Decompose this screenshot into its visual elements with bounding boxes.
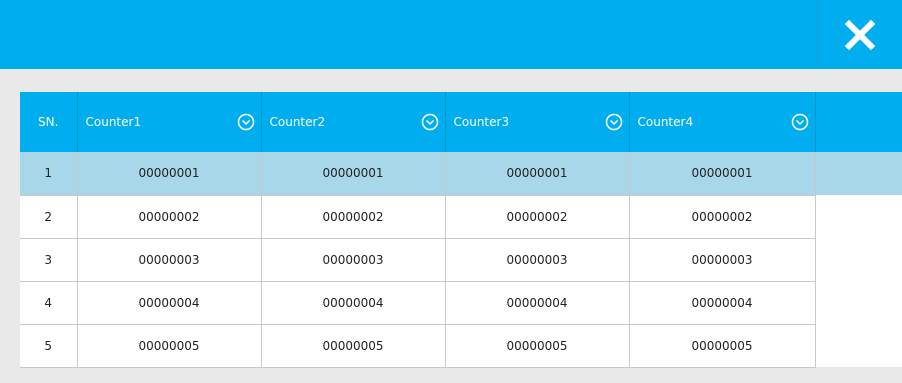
table-cell[interactable]: 00000001 bbox=[445, 152, 630, 196]
chevron-down-circle-icon[interactable] bbox=[237, 113, 255, 131]
table-cell[interactable]: 00000004 bbox=[261, 281, 446, 325]
table-cell[interactable]: 00000003 bbox=[77, 238, 262, 282]
table-cell[interactable]: 00000002 bbox=[261, 195, 446, 239]
row-sn-cell: 4 bbox=[20, 281, 78, 325]
table-row[interactable]: 1 00000001 00000001 00000001 00000001 bbox=[20, 152, 902, 196]
close-button[interactable] bbox=[817, 0, 902, 69]
row-sn-cell: 3 bbox=[20, 238, 78, 282]
column-header-sn[interactable]: SN. bbox=[20, 92, 78, 152]
table-row[interactable]: 5 00000005 00000005 00000005 00000005 bbox=[20, 324, 902, 368]
bottom-margin bbox=[0, 368, 882, 383]
table-cell[interactable]: 00000001 bbox=[261, 152, 446, 196]
table-cell[interactable]: 00000003 bbox=[261, 238, 446, 282]
table-row[interactable]: 3 00000003 00000003 00000003 00000003 bbox=[20, 238, 902, 282]
chevron-down-circle-icon[interactable] bbox=[605, 113, 623, 131]
table-cell[interactable]: 00000004 bbox=[629, 281, 816, 325]
table-cell[interactable]: 00000002 bbox=[629, 195, 816, 239]
table-header-row: SN. Counter1 Counter2 Counter3 Counter4 bbox=[20, 92, 902, 152]
column-header-label: Counter3 bbox=[453, 115, 510, 129]
chevron-down-circle-icon[interactable] bbox=[421, 113, 439, 131]
column-header-label: Counter1 bbox=[85, 115, 142, 129]
table-cell[interactable]: 00000001 bbox=[77, 152, 262, 196]
row-sn-cell: 1 bbox=[20, 152, 78, 196]
table-cell[interactable]: 00000002 bbox=[77, 195, 262, 239]
column-header-counter1[interactable]: Counter1 bbox=[77, 92, 262, 152]
counter-table-container: SN. Counter1 Counter2 Counter3 Counter4 … bbox=[20, 92, 902, 383]
row-sn-cell: 2 bbox=[20, 195, 78, 239]
row-sn-cell: 5 bbox=[20, 324, 78, 368]
table-cell[interactable]: 00000004 bbox=[77, 281, 262, 325]
counter-table: SN. Counter1 Counter2 Counter3 Counter4 … bbox=[20, 92, 902, 368]
row-filler bbox=[815, 324, 902, 367]
table-cell[interactable]: 00000001 bbox=[629, 152, 816, 196]
column-header-label: Counter4 bbox=[637, 115, 694, 129]
table-row[interactable]: 2 00000002 00000002 00000002 00000002 bbox=[20, 195, 902, 239]
column-header-counter2[interactable]: Counter2 bbox=[261, 92, 446, 152]
table-cell[interactable]: 00000002 bbox=[445, 195, 630, 239]
table-cell[interactable]: 00000005 bbox=[445, 324, 630, 368]
table-row[interactable]: 4 00000004 00000004 00000004 00000004 bbox=[20, 281, 902, 325]
table-cell[interactable]: 00000005 bbox=[261, 324, 446, 368]
table-cell[interactable]: 00000005 bbox=[77, 324, 262, 368]
chevron-down-circle-icon[interactable] bbox=[791, 113, 809, 131]
table-cell[interactable]: 00000003 bbox=[445, 238, 630, 282]
column-header-counter4[interactable]: Counter4 bbox=[629, 92, 816, 152]
table-cell[interactable]: 00000005 bbox=[629, 324, 816, 368]
column-header-label: Counter2 bbox=[269, 115, 326, 129]
close-icon[interactable] bbox=[844, 19, 876, 51]
row-filler bbox=[815, 195, 902, 238]
table-cell[interactable]: 00000003 bbox=[629, 238, 816, 282]
row-filler bbox=[815, 238, 902, 281]
row-filler bbox=[815, 281, 902, 324]
column-header-counter3[interactable]: Counter3 bbox=[445, 92, 630, 152]
title-bar bbox=[0, 0, 902, 69]
header-filler bbox=[815, 92, 902, 152]
row-filler bbox=[815, 152, 902, 195]
table-cell[interactable]: 00000004 bbox=[445, 281, 630, 325]
